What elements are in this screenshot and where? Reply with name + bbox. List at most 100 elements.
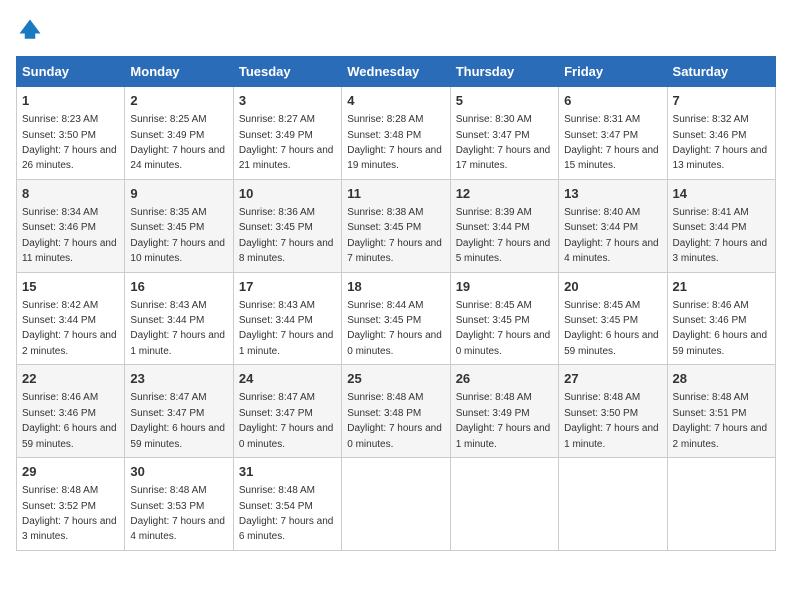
calendar-cell bbox=[450, 458, 558, 551]
day-number: 22 bbox=[22, 370, 119, 388]
calendar-cell bbox=[667, 458, 775, 551]
day-sunrise: Sunrise: 8:32 AM bbox=[673, 114, 749, 125]
day-sunset: Sunset: 3:47 PM bbox=[564, 130, 638, 141]
day-sunset: Sunset: 3:45 PM bbox=[239, 222, 313, 233]
day-daylight-label: Daylight: 7 hours and 0 minutes. bbox=[456, 330, 551, 356]
day-sunset: Sunset: 3:44 PM bbox=[239, 315, 313, 326]
day-sunset: Sunset: 3:52 PM bbox=[22, 501, 96, 512]
calendar-cell: 23 Sunrise: 8:47 AM Sunset: 3:47 PM Dayl… bbox=[125, 365, 233, 458]
day-daylight-label: Daylight: 7 hours and 1 minute. bbox=[239, 330, 334, 356]
calendar-cell: 16 Sunrise: 8:43 AM Sunset: 3:44 PM Dayl… bbox=[125, 272, 233, 365]
calendar-cell: 21 Sunrise: 8:46 AM Sunset: 3:46 PM Dayl… bbox=[667, 272, 775, 365]
day-number: 16 bbox=[130, 278, 227, 296]
calendar-week-4: 22 Sunrise: 8:46 AM Sunset: 3:46 PM Dayl… bbox=[17, 365, 776, 458]
day-sunset: Sunset: 3:45 PM bbox=[456, 315, 530, 326]
calendar-cell bbox=[342, 458, 450, 551]
day-number: 7 bbox=[673, 92, 770, 110]
day-number: 25 bbox=[347, 370, 444, 388]
day-sunrise: Sunrise: 8:25 AM bbox=[130, 114, 206, 125]
calendar-cell: 8 Sunrise: 8:34 AM Sunset: 3:46 PM Dayli… bbox=[17, 179, 125, 272]
calendar-cell: 15 Sunrise: 8:42 AM Sunset: 3:44 PM Dayl… bbox=[17, 272, 125, 365]
day-daylight-label: Daylight: 7 hours and 21 minutes. bbox=[239, 145, 334, 171]
calendar-cell: 12 Sunrise: 8:39 AM Sunset: 3:44 PM Dayl… bbox=[450, 179, 558, 272]
day-daylight-label: Daylight: 7 hours and 15 minutes. bbox=[564, 145, 659, 171]
day-sunrise: Sunrise: 8:48 AM bbox=[456, 392, 532, 403]
logo-icon bbox=[16, 16, 44, 44]
day-number: 18 bbox=[347, 278, 444, 296]
calendar-cell: 11 Sunrise: 8:38 AM Sunset: 3:45 PM Dayl… bbox=[342, 179, 450, 272]
calendar-table: SundayMondayTuesdayWednesdayThursdayFrid… bbox=[16, 56, 776, 551]
day-sunrise: Sunrise: 8:43 AM bbox=[239, 300, 315, 311]
calendar-cell: 6 Sunrise: 8:31 AM Sunset: 3:47 PM Dayli… bbox=[559, 87, 667, 180]
day-sunrise: Sunrise: 8:47 AM bbox=[239, 392, 315, 403]
day-daylight-label: Daylight: 7 hours and 10 minutes. bbox=[130, 238, 225, 264]
day-daylight-label: Daylight: 6 hours and 59 minutes. bbox=[564, 330, 659, 356]
day-sunset: Sunset: 3:46 PM bbox=[22, 408, 96, 419]
day-daylight-label: Daylight: 7 hours and 1 minute. bbox=[564, 423, 659, 449]
day-sunset: Sunset: 3:49 PM bbox=[130, 130, 204, 141]
day-sunset: Sunset: 3:44 PM bbox=[564, 222, 638, 233]
day-daylight-label: Daylight: 7 hours and 2 minutes. bbox=[22, 330, 117, 356]
day-number: 26 bbox=[456, 370, 553, 388]
day-daylight-label: Daylight: 7 hours and 17 minutes. bbox=[456, 145, 551, 171]
day-daylight-label: Daylight: 7 hours and 13 minutes. bbox=[673, 145, 768, 171]
header bbox=[16, 16, 776, 44]
weekday-header-wednesday: Wednesday bbox=[342, 57, 450, 87]
day-daylight-label: Daylight: 7 hours and 8 minutes. bbox=[239, 238, 334, 264]
day-number: 3 bbox=[239, 92, 336, 110]
calendar-cell: 29 Sunrise: 8:48 AM Sunset: 3:52 PM Dayl… bbox=[17, 458, 125, 551]
day-sunrise: Sunrise: 8:27 AM bbox=[239, 114, 315, 125]
calendar-cell: 3 Sunrise: 8:27 AM Sunset: 3:49 PM Dayli… bbox=[233, 87, 341, 180]
calendar-cell: 30 Sunrise: 8:48 AM Sunset: 3:53 PM Dayl… bbox=[125, 458, 233, 551]
day-sunset: Sunset: 3:45 PM bbox=[347, 315, 421, 326]
day-number: 6 bbox=[564, 92, 661, 110]
day-sunrise: Sunrise: 8:40 AM bbox=[564, 207, 640, 218]
day-daylight-label: Daylight: 6 hours and 59 minutes. bbox=[130, 423, 225, 449]
weekday-header-tuesday: Tuesday bbox=[233, 57, 341, 87]
day-number: 9 bbox=[130, 185, 227, 203]
day-sunrise: Sunrise: 8:23 AM bbox=[22, 114, 98, 125]
day-sunrise: Sunrise: 8:43 AM bbox=[130, 300, 206, 311]
calendar-cell: 1 Sunrise: 8:23 AM Sunset: 3:50 PM Dayli… bbox=[17, 87, 125, 180]
calendar-cell: 28 Sunrise: 8:48 AM Sunset: 3:51 PM Dayl… bbox=[667, 365, 775, 458]
day-sunset: Sunset: 3:45 PM bbox=[564, 315, 638, 326]
day-daylight-label: Daylight: 7 hours and 3 minutes. bbox=[22, 516, 117, 542]
day-sunrise: Sunrise: 8:30 AM bbox=[456, 114, 532, 125]
day-sunrise: Sunrise: 8:45 AM bbox=[564, 300, 640, 311]
day-sunrise: Sunrise: 8:46 AM bbox=[22, 392, 98, 403]
day-sunset: Sunset: 3:53 PM bbox=[130, 501, 204, 512]
day-sunset: Sunset: 3:47 PM bbox=[239, 408, 313, 419]
day-number: 1 bbox=[22, 92, 119, 110]
day-number: 24 bbox=[239, 370, 336, 388]
day-sunrise: Sunrise: 8:47 AM bbox=[130, 392, 206, 403]
day-sunrise: Sunrise: 8:48 AM bbox=[22, 485, 98, 496]
day-sunset: Sunset: 3:51 PM bbox=[673, 408, 747, 419]
calendar-cell: 20 Sunrise: 8:45 AM Sunset: 3:45 PM Dayl… bbox=[559, 272, 667, 365]
day-sunset: Sunset: 3:48 PM bbox=[347, 130, 421, 141]
calendar-cell: 26 Sunrise: 8:48 AM Sunset: 3:49 PM Dayl… bbox=[450, 365, 558, 458]
calendar-cell: 22 Sunrise: 8:46 AM Sunset: 3:46 PM Dayl… bbox=[17, 365, 125, 458]
day-number: 12 bbox=[456, 185, 553, 203]
day-number: 23 bbox=[130, 370, 227, 388]
day-sunrise: Sunrise: 8:35 AM bbox=[130, 207, 206, 218]
calendar-cell: 14 Sunrise: 8:41 AM Sunset: 3:44 PM Dayl… bbox=[667, 179, 775, 272]
day-daylight-label: Daylight: 7 hours and 4 minutes. bbox=[130, 516, 225, 542]
day-daylight-label: Daylight: 7 hours and 24 minutes. bbox=[130, 145, 225, 171]
day-sunset: Sunset: 3:50 PM bbox=[22, 130, 96, 141]
day-sunset: Sunset: 3:47 PM bbox=[130, 408, 204, 419]
day-sunrise: Sunrise: 8:46 AM bbox=[673, 300, 749, 311]
day-daylight-label: Daylight: 6 hours and 59 minutes. bbox=[22, 423, 117, 449]
calendar-header: SundayMondayTuesdayWednesdayThursdayFrid… bbox=[17, 57, 776, 87]
day-sunset: Sunset: 3:48 PM bbox=[347, 408, 421, 419]
day-sunrise: Sunrise: 8:45 AM bbox=[456, 300, 532, 311]
day-sunrise: Sunrise: 8:42 AM bbox=[22, 300, 98, 311]
calendar-cell: 9 Sunrise: 8:35 AM Sunset: 3:45 PM Dayli… bbox=[125, 179, 233, 272]
calendar-week-1: 1 Sunrise: 8:23 AM Sunset: 3:50 PM Dayli… bbox=[17, 87, 776, 180]
calendar-cell: 2 Sunrise: 8:25 AM Sunset: 3:49 PM Dayli… bbox=[125, 87, 233, 180]
calendar-cell: 25 Sunrise: 8:48 AM Sunset: 3:48 PM Dayl… bbox=[342, 365, 450, 458]
day-number: 17 bbox=[239, 278, 336, 296]
calendar-cell: 24 Sunrise: 8:47 AM Sunset: 3:47 PM Dayl… bbox=[233, 365, 341, 458]
day-sunset: Sunset: 3:46 PM bbox=[673, 130, 747, 141]
day-daylight-label: Daylight: 7 hours and 1 minute. bbox=[130, 330, 225, 356]
day-number: 11 bbox=[347, 185, 444, 203]
